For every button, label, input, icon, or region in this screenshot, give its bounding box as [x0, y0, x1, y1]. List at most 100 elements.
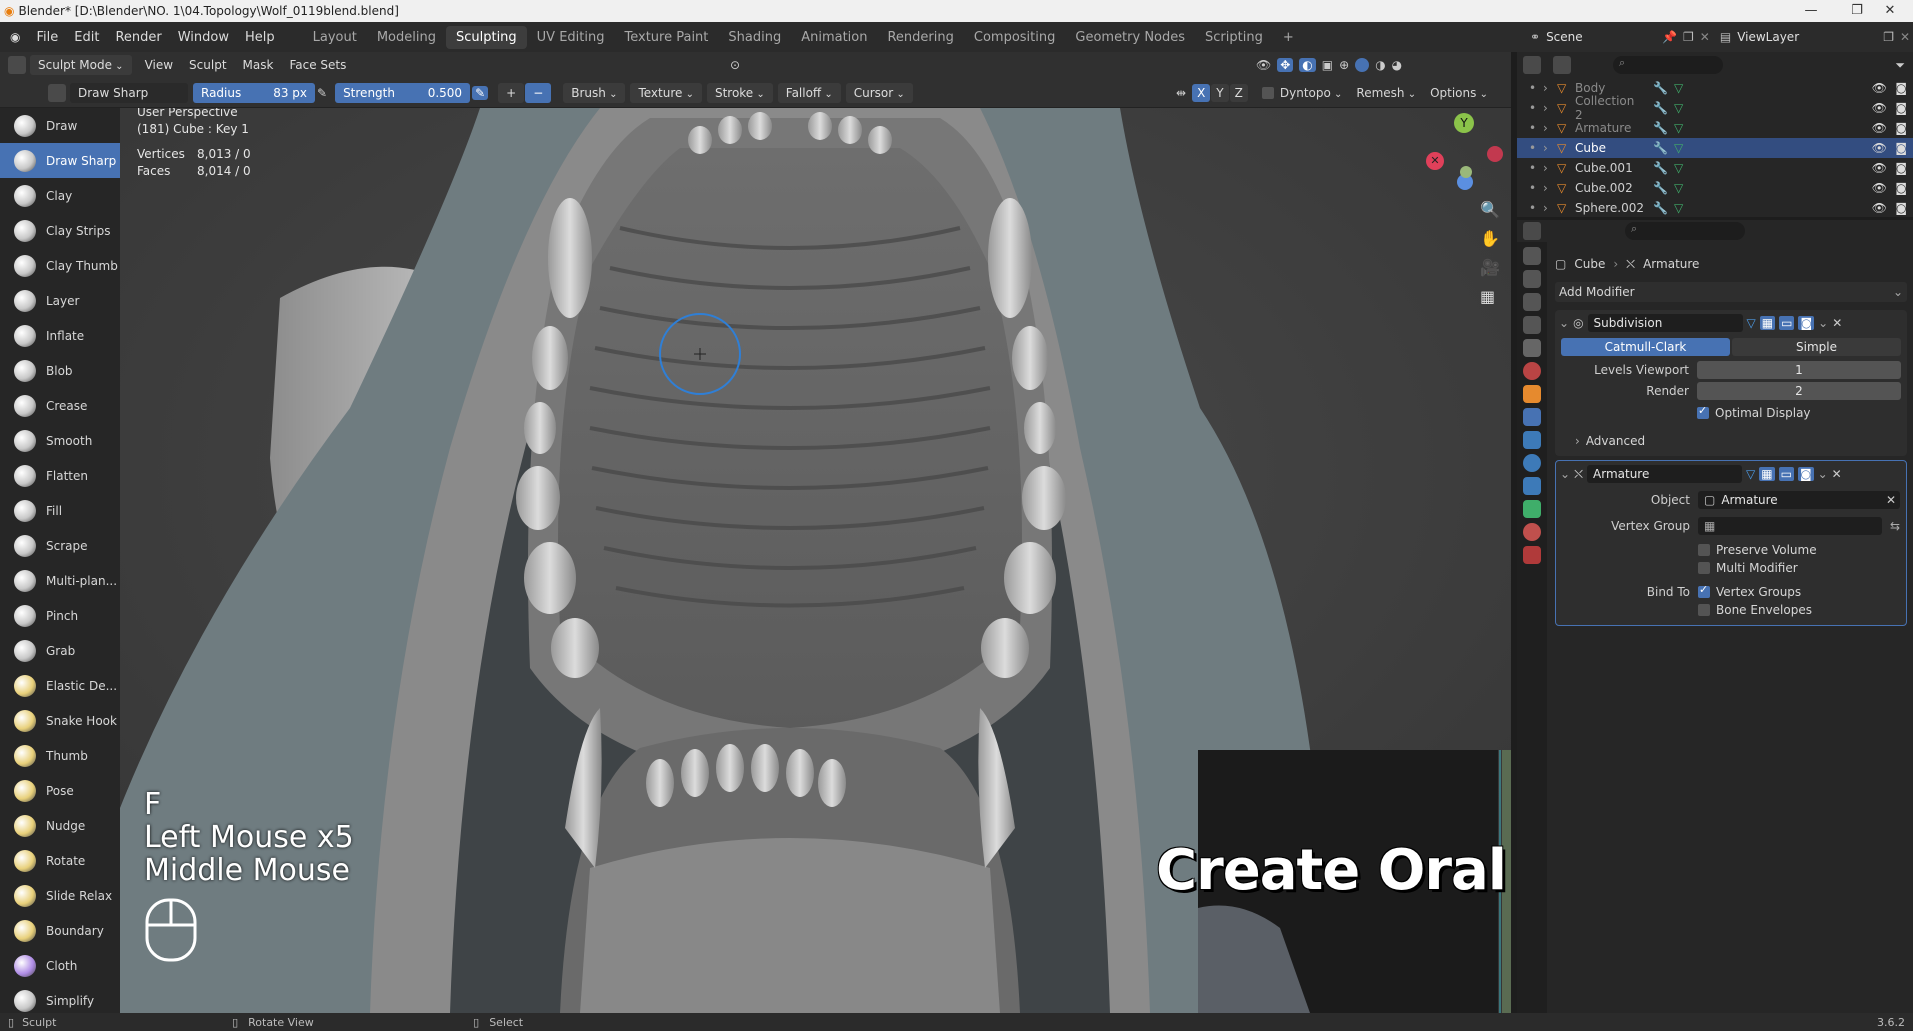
- tab-geometry-nodes[interactable]: Geometry Nodes: [1065, 26, 1195, 49]
- catmull-clark-tab[interactable]: Catmull-Clark: [1561, 338, 1730, 356]
- disclosure-icon[interactable]: ›: [1543, 161, 1557, 175]
- collapse-icon[interactable]: ⌄: [1560, 467, 1570, 481]
- material-tab-icon[interactable]: [1523, 523, 1541, 541]
- radius-field[interactable]: Radius 83 px: [193, 82, 315, 103]
- pin-icon[interactable]: 📌: [1662, 30, 1677, 44]
- particles-tab-icon[interactable]: [1523, 431, 1541, 449]
- xray-icon[interactable]: ▣: [1322, 58, 1333, 72]
- menu-window[interactable]: Window: [170, 30, 237, 45]
- clear-object-icon[interactable]: ✕: [1886, 491, 1896, 509]
- texture-menu[interactable]: Texture: [630, 82, 702, 103]
- add-modifier-button[interactable]: Add Modifier ⌄: [1555, 282, 1907, 302]
- navigation-gizmo[interactable]: Y ✕: [1420, 112, 1503, 192]
- remove-modifier-icon[interactable]: ✕: [1832, 316, 1842, 330]
- data-tab-icon[interactable]: [1523, 500, 1541, 518]
- disclosure-icon[interactable]: ›: [1543, 101, 1557, 115]
- camera-view-icon[interactable]: 🎥: [1480, 258, 1500, 277]
- tool-blob[interactable]: Blob: [0, 353, 120, 388]
- tab-scripting[interactable]: Scripting: [1195, 26, 1273, 49]
- cursor-menu[interactable]: Cursor: [845, 82, 913, 103]
- outliner-row[interactable]: • › ▽ Cube.001 🔧 ▽ 👁 ◙: [1517, 158, 1913, 178]
- tool-slide-relax[interactable]: Slide Relax: [0, 878, 120, 913]
- bone-envelopes-checkbox[interactable]: [1698, 604, 1710, 616]
- disclosure-icon[interactable]: ›: [1543, 181, 1557, 195]
- disclosure-icon[interactable]: ›: [1543, 201, 1557, 215]
- expand-icon[interactable]: •: [1529, 81, 1543, 95]
- tool-pinch[interactable]: Pinch: [0, 598, 120, 633]
- disclosure-icon[interactable]: ›: [1543, 121, 1557, 135]
- outliner-row[interactable]: • › ▽ Armature 🔧 ▽ 👁 ◙: [1517, 118, 1913, 138]
- viewport-toggle-icon[interactable]: ▭: [1779, 316, 1795, 330]
- tool-crease[interactable]: Crease: [0, 388, 120, 423]
- scene-selector[interactable]: Scene: [1546, 30, 1656, 44]
- tool-scrape[interactable]: Scrape: [0, 528, 120, 563]
- expand-icon[interactable]: •: [1529, 161, 1543, 175]
- modifier-tab-icon[interactable]: [1523, 408, 1541, 426]
- options-menu[interactable]: Options: [1430, 86, 1488, 100]
- close-icon[interactable]: ✕: [1867, 0, 1913, 22]
- vertex-groups-checkbox[interactable]: [1698, 583, 1710, 598]
- output-tab-icon[interactable]: [1523, 293, 1541, 311]
- visibility-eye-icon[interactable]: 👁: [1872, 121, 1887, 135]
- tool-elastic-de[interactable]: Elastic De...: [0, 668, 120, 703]
- properties-search-field[interactable]: ⌕: [1625, 222, 1745, 240]
- shading-rendered-icon[interactable]: ◕: [1392, 58, 1402, 72]
- visibility-eye-icon[interactable]: 👁: [1872, 201, 1887, 215]
- tab-rendering[interactable]: Rendering: [877, 26, 963, 49]
- tab-modeling[interactable]: Modeling: [367, 26, 446, 49]
- levels-viewport-field[interactable]: 1: [1697, 361, 1901, 379]
- preserve-volume-checkbox[interactable]: [1698, 544, 1710, 556]
- simple-tab[interactable]: Simple: [1732, 338, 1901, 356]
- optimal-display-checkbox[interactable]: [1697, 404, 1709, 419]
- tool-settings-icon[interactable]: [48, 83, 66, 102]
- render-toggle-icon[interactable]: ◙: [1797, 467, 1814, 481]
- tool-multi-plan[interactable]: Multi-plan...: [0, 563, 120, 598]
- shading-wireframe-icon[interactable]: ⊕: [1339, 58, 1349, 72]
- strength-pressure-icon[interactable]: ✎: [472, 85, 489, 100]
- outliner-row[interactable]: • › ▽ Sphere.002 🔧 ▽ 👁 ◙: [1517, 198, 1913, 218]
- physics-tab-icon[interactable]: [1523, 454, 1541, 472]
- direction-add-button[interactable]: +: [498, 82, 525, 103]
- vertex-group-field[interactable]: ▦: [1698, 517, 1882, 535]
- view-layer-tab-icon[interactable]: [1523, 316, 1541, 334]
- tool-pose[interactable]: Pose: [0, 773, 120, 808]
- object-field[interactable]: ▢ Armature ✕: [1698, 491, 1900, 509]
- tool-rotate[interactable]: Rotate: [0, 843, 120, 878]
- outliner-search-field[interactable]: ⌕: [1613, 56, 1723, 74]
- expand-icon[interactable]: •: [1529, 141, 1543, 155]
- 3d-viewport[interactable]: User Perspective (181) Cube : Key 1 Vert…: [120, 108, 1511, 1013]
- edit-mode-toggle-icon[interactable]: ▽: [1746, 467, 1755, 481]
- render-tab-icon[interactable]: [1523, 270, 1541, 288]
- tool-tab-icon[interactable]: [1523, 247, 1541, 265]
- edit-mode-toggle-icon[interactable]: ▽: [1747, 316, 1756, 330]
- constraints-tab-icon[interactable]: [1523, 477, 1541, 495]
- menu-mask[interactable]: Mask: [235, 58, 282, 72]
- new-scene-icon[interactable]: ❐: [1683, 30, 1694, 44]
- visibility-icon[interactable]: 👁: [1256, 58, 1271, 72]
- tab-animation[interactable]: Animation: [791, 26, 877, 49]
- stroke-menu[interactable]: Stroke: [706, 82, 773, 103]
- shading-material-icon[interactable]: ◑: [1375, 58, 1385, 72]
- menu-edit[interactable]: Edit: [66, 30, 107, 45]
- subdivision-name-field[interactable]: Subdivision: [1587, 314, 1743, 332]
- gizmo-toggle-icon[interactable]: ✥: [1277, 58, 1294, 72]
- tool-smooth[interactable]: Smooth: [0, 423, 120, 458]
- disclosure-icon[interactable]: ›: [1543, 81, 1557, 95]
- tool-draw[interactable]: Draw: [0, 108, 120, 143]
- remove-scene-icon[interactable]: ✕: [1700, 30, 1710, 44]
- viewport-toggle-icon[interactable]: ▭: [1778, 467, 1794, 481]
- cage-toggle-icon[interactable]: ▦: [1759, 467, 1775, 481]
- menu-face-sets[interactable]: Face Sets: [281, 58, 354, 72]
- visibility-eye-icon[interactable]: 👁: [1872, 81, 1887, 95]
- scene-tab-icon[interactable]: [1523, 339, 1541, 357]
- disclosure-icon[interactable]: ›: [1543, 141, 1557, 155]
- transform-pivot-icon[interactable]: ⊙: [730, 58, 740, 72]
- tool-cloth[interactable]: Cloth: [0, 948, 120, 983]
- tool-clay[interactable]: Clay: [0, 178, 120, 213]
- collapse-icon[interactable]: ⌄: [1559, 316, 1569, 330]
- strength-field[interactable]: Strength 0.500: [335, 82, 471, 103]
- tool-flatten[interactable]: Flatten: [0, 458, 120, 493]
- brush-selector[interactable]: Draw Sharp: [70, 82, 188, 103]
- remesh-menu[interactable]: Remesh: [1356, 86, 1416, 100]
- visibility-eye-icon[interactable]: 👁: [1872, 101, 1887, 115]
